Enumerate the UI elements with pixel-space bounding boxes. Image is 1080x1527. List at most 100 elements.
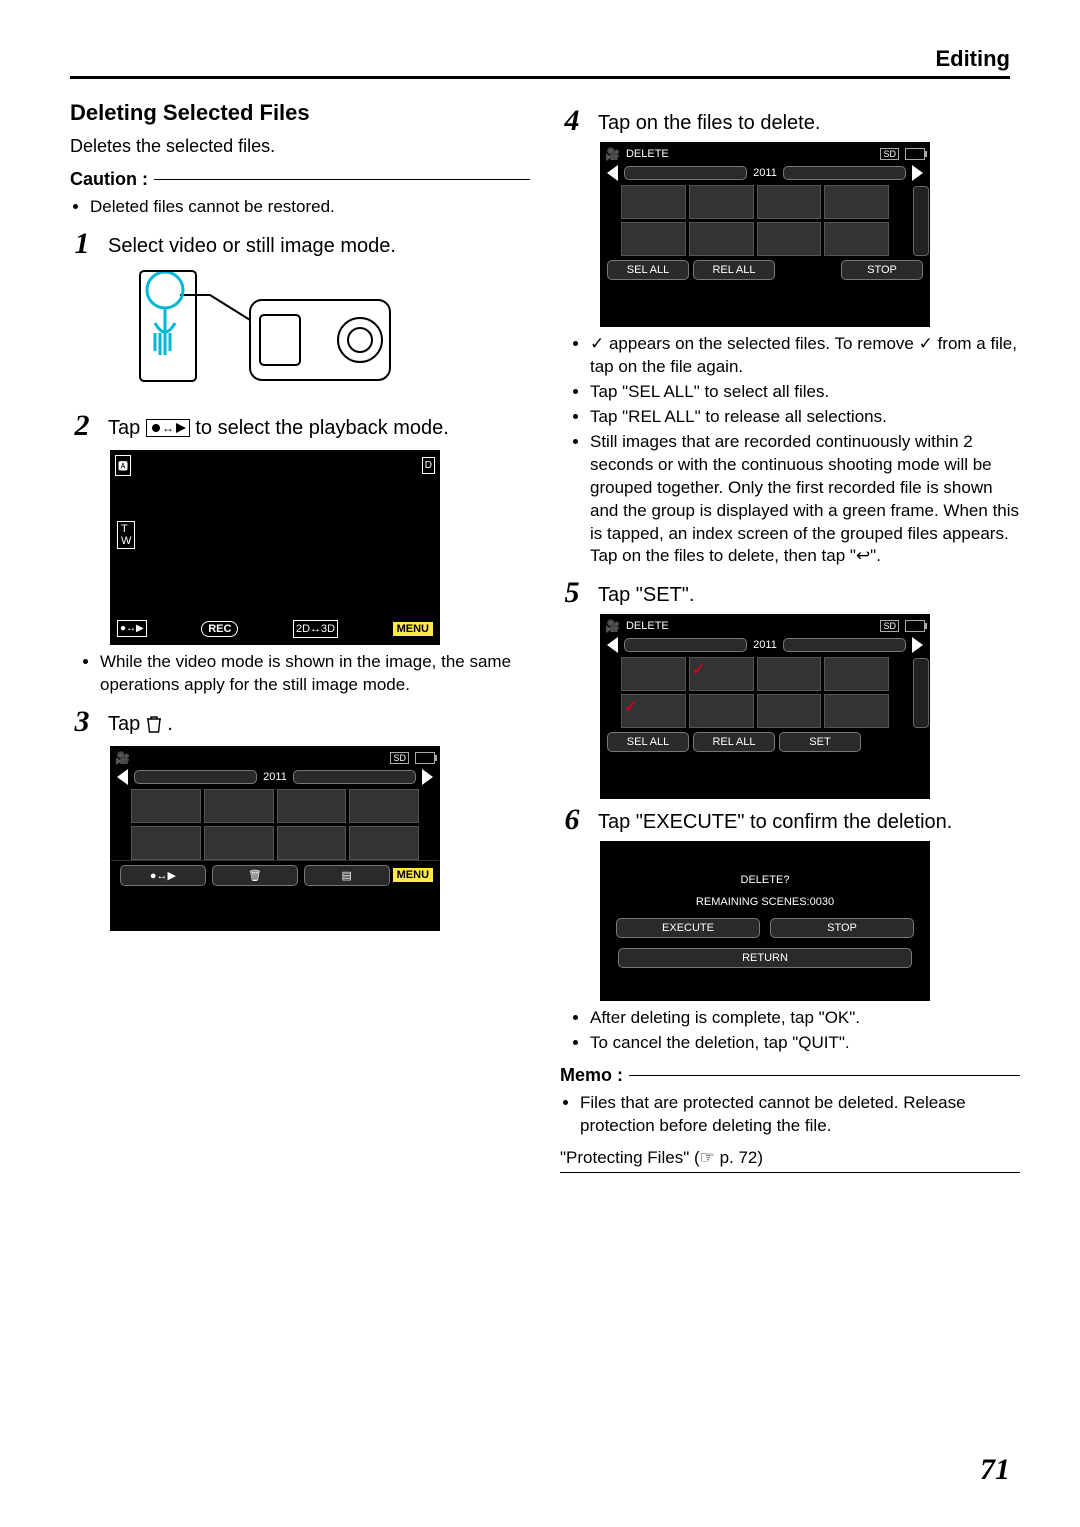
memo-row: Memo :	[560, 1065, 1020, 1086]
thumbnail[interactable]	[757, 185, 822, 219]
thumbnail[interactable]	[621, 657, 686, 691]
thumbnail[interactable]	[824, 185, 889, 219]
remaining-scenes: REMAINING SCENES:0030	[696, 896, 834, 908]
thumbnail[interactable]	[277, 789, 347, 823]
memo-label: Memo :	[560, 1065, 623, 1086]
rec-button[interactable]: REC	[201, 621, 238, 637]
thumbnail[interactable]	[349, 789, 419, 823]
page-number: 71	[980, 1453, 1010, 1487]
trash-icon	[146, 714, 162, 740]
stop-button[interactable]: STOP	[841, 260, 923, 280]
thumbnail[interactable]	[131, 826, 201, 860]
step-number: 4	[560, 106, 584, 136]
prev-page-arrow[interactable]	[117, 769, 128, 785]
thumbnail[interactable]	[349, 826, 419, 860]
thumbnail[interactable]	[621, 185, 686, 219]
step3-pre: Tap	[108, 713, 146, 735]
step-number: 5	[560, 578, 584, 608]
thumbnail[interactable]	[204, 826, 274, 860]
step4-note: ✓ appears on the selected files. To remo…	[590, 333, 1020, 379]
step-text: Tap .	[108, 711, 173, 740]
camera-illustration	[110, 265, 530, 405]
rec-screen: 🅰 D T W ●↔▶ REC 2D↔3D MENU	[110, 450, 440, 645]
check-icon: ✓	[624, 697, 637, 717]
delete-screen-2: 🎥DELETE SD 2011	[600, 614, 930, 799]
delete-screen-1-figure: 🎥DELETE SD 2011	[600, 142, 1020, 327]
delete-title: DELETE	[626, 148, 669, 160]
sel-all-button[interactable]: SEL ALL	[607, 260, 689, 280]
thumbnail-selected[interactable]: ✓	[689, 657, 754, 691]
step6-note: After deleting is complete, tap "OK".	[590, 1007, 1020, 1030]
calendar-button[interactable]: ▤	[304, 865, 390, 886]
thumbnail[interactable]	[824, 222, 889, 256]
thumbnail[interactable]	[204, 789, 274, 823]
step-6: 6 Tap "EXECUTE" to confirm the deletion.	[560, 805, 1020, 835]
prev-page-arrow[interactable]	[607, 637, 618, 653]
battery-icon	[905, 148, 925, 160]
step4-note: Tap "SEL ALL" to select all files.	[590, 381, 1020, 404]
year-label: 2011	[263, 771, 287, 783]
3d-toggle-icon[interactable]: 2D↔3D	[293, 620, 338, 638]
execute-button[interactable]: EXECUTE	[616, 918, 760, 938]
delete-screen-2-figure: 🎥DELETE SD 2011	[600, 614, 1020, 799]
cross-reference: "Protecting Files" (☞ p. 72)	[560, 1148, 1020, 1168]
thumbnail[interactable]	[277, 826, 347, 860]
caution-list: Deleted files cannot be restored.	[90, 196, 530, 219]
thumbnail[interactable]	[824, 657, 889, 691]
rel-all-button[interactable]: REL ALL	[693, 260, 775, 280]
thumbnail[interactable]	[689, 694, 754, 728]
caution-item: Deleted files cannot be restored.	[90, 196, 530, 219]
zoom-indicator: T W	[117, 521, 135, 549]
delete-toolbar: SEL ALL REL ALL SET	[601, 728, 929, 756]
play-record-toggle-icon[interactable]: ●↔▶	[117, 620, 147, 637]
step2-post: to select the playback mode.	[195, 417, 448, 439]
prev-page-arrow[interactable]	[607, 165, 618, 181]
step2-pre: Tap	[108, 417, 146, 439]
thumbnail[interactable]	[824, 694, 889, 728]
sd-card-icon: SD	[880, 148, 899, 160]
step4-note: Tap "REL ALL" to release all selections.	[590, 406, 1020, 429]
thumbnail[interactable]	[689, 185, 754, 219]
thumbnail[interactable]	[689, 222, 754, 256]
thumbnail[interactable]	[757, 694, 822, 728]
trash-button[interactable]: 🗑	[212, 865, 298, 886]
thumbnail[interactable]	[131, 789, 201, 823]
right-date-bar	[783, 166, 906, 180]
scrollbar[interactable]	[913, 658, 929, 728]
memo-list: Files that are protected cannot be delet…	[580, 1092, 1020, 1138]
step-4: 4 Tap on the files to delete.	[560, 106, 1020, 136]
rel-all-button[interactable]: REL ALL	[693, 732, 775, 752]
next-page-arrow[interactable]	[912, 637, 923, 653]
thumbnail[interactable]	[757, 222, 822, 256]
zoom-t: T	[121, 523, 131, 535]
index-screen: 🎥 SD 2011	[110, 746, 440, 931]
step-number: 3	[70, 707, 94, 737]
return-button[interactable]: RETURN	[618, 948, 912, 968]
two-column-layout: Deleting Selected Files Deletes the sele…	[70, 100, 1020, 1173]
scrollbar[interactable]	[913, 186, 929, 256]
menu-button[interactable]: MENU	[393, 622, 433, 636]
header-rule	[70, 76, 1010, 79]
thumbnail[interactable]	[621, 222, 686, 256]
svg-text:↔: ↔	[162, 421, 174, 435]
sd-card-icon: SD	[390, 752, 409, 764]
thumbnail[interactable]	[757, 657, 822, 691]
year-label: 2011	[753, 639, 777, 651]
page: Editing Deleting Selected Files Deletes …	[0, 0, 1080, 1527]
rec-topbar: 🅰 D	[111, 451, 439, 480]
sel-all-button[interactable]: SEL ALL	[607, 732, 689, 752]
step-text: Tap "EXECUTE" to confirm the deletion.	[598, 809, 952, 835]
step2-note: While the video mode is shown in the ima…	[100, 651, 530, 697]
set-button[interactable]: SET	[779, 732, 861, 752]
thumbnail-selected[interactable]: ✓	[621, 694, 686, 728]
next-page-arrow[interactable]	[912, 165, 923, 181]
step-1: 1 Select video or still image mode.	[70, 229, 530, 259]
step-text: Tap on the files to delete.	[598, 110, 820, 136]
play-record-toggle-icon[interactable]: ●↔▶	[120, 865, 206, 886]
stop-button[interactable]: STOP	[770, 918, 914, 938]
index-topbar: 🎥 SD	[111, 747, 439, 769]
delete-title: DELETE	[626, 620, 669, 632]
menu-button[interactable]: MENU	[393, 868, 433, 882]
next-page-arrow[interactable]	[422, 769, 433, 785]
section-heading: Deleting Selected Files	[70, 100, 530, 126]
